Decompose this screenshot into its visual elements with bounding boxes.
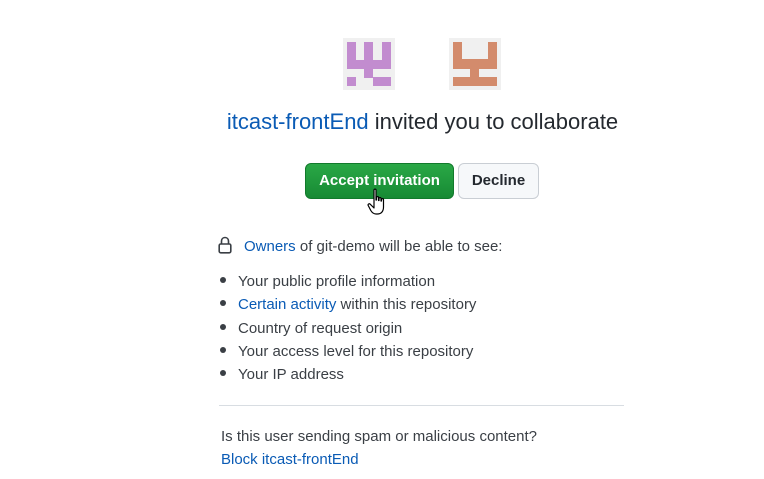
org-avatar[interactable]: [343, 38, 395, 90]
invitation-page: itcast-frontEnd invited you to collabora…: [0, 0, 764, 479]
org-link[interactable]: itcast-frontEnd: [227, 109, 369, 134]
user-avatar[interactable]: [449, 38, 501, 90]
bullet-icon: [220, 323, 226, 330]
bullet-icon: [220, 346, 226, 353]
user-identicon-icon: [449, 38, 501, 90]
owners-text: of git-demo will be able to see:: [299, 238, 503, 255]
list-item: Your IP address: [218, 363, 476, 386]
bullet-icon: [220, 300, 226, 307]
certain-activity-link[interactable]: Certain activity: [238, 296, 336, 313]
owners-link[interactable]: Owners: [244, 238, 296, 255]
bullet-icon: [220, 370, 226, 377]
spam-question: Is this user sending spam or malicious c…: [221, 428, 537, 445]
list-item: Country of request origin: [218, 317, 476, 340]
hand-pointer-cursor-icon: [367, 188, 385, 215]
permissions-list: Your public profile information Certain …: [218, 270, 476, 386]
bullet-icon: [220, 277, 226, 283]
decline-button[interactable]: Decline: [458, 163, 539, 199]
owners-notice: Owners of git-demo will be able to see:: [218, 236, 502, 257]
invitation-message: invited you to collaborate: [374, 109, 619, 134]
list-item: Your public profile information: [218, 270, 476, 293]
org-identicon-icon: [343, 38, 395, 90]
list-item: Your access level for this repository: [218, 340, 476, 363]
block-user-link[interactable]: Block itcast-frontEnd: [221, 450, 359, 470]
divider: [219, 405, 624, 406]
list-item: Certain activity within this repository: [218, 293, 476, 316]
invitation-headline: itcast-frontEnd invited you to collabora…: [0, 108, 764, 136]
lock-icon: [218, 236, 232, 254]
avatars: [343, 38, 503, 90]
